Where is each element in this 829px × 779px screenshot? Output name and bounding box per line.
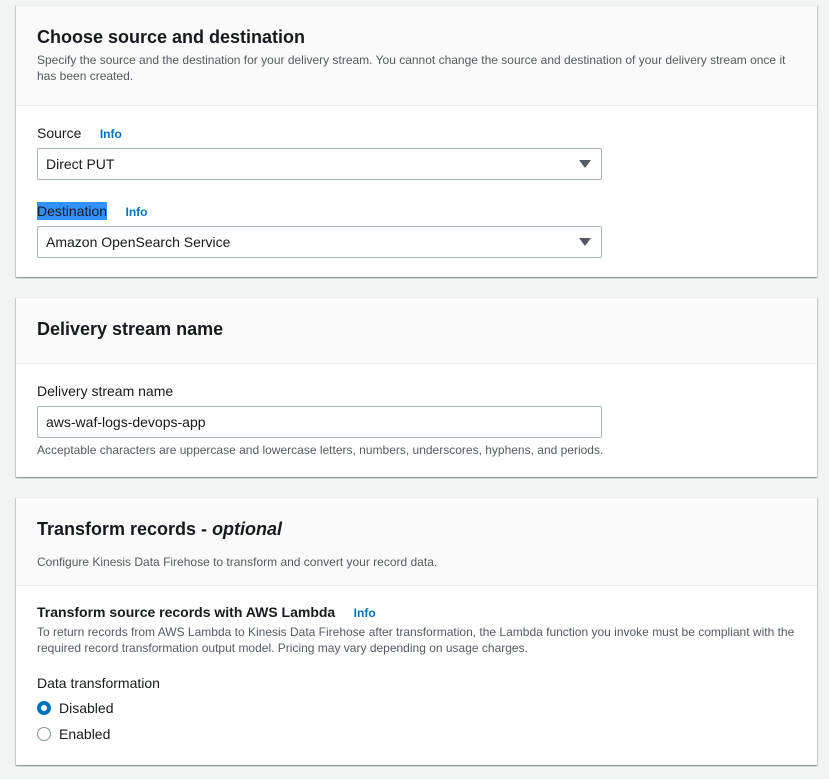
transform-optional: optional — [212, 519, 283, 539]
radio-unchecked-icon[interactable] — [37, 727, 51, 741]
stream-name-hint: Acceptable characters are uppercase and … — [37, 443, 604, 457]
data-transformation-label: Data transformation — [37, 675, 160, 691]
data-transformation-label-row: Data transformation — [37, 674, 160, 693]
radio-disabled[interactable]: Disabled — [37, 700, 113, 716]
lambda-info-link[interactable]: Info — [354, 606, 376, 620]
stream-name-header: Delivery stream name — [16, 298, 817, 364]
radio-enabled[interactable]: Enabled — [37, 726, 110, 742]
source-destination-header: Choose source and destination Specify th… — [16, 6, 817, 106]
radio-enabled-label: Enabled — [59, 726, 111, 742]
stream-name-label-row: Delivery stream name — [37, 382, 173, 401]
stream-name-input[interactable]: aws-waf-logs-devops-app — [37, 406, 602, 438]
source-select[interactable]: Direct PUT — [37, 148, 602, 180]
stream-name-title: Delivery stream name — [37, 319, 224, 339]
stream-name-value: aws-waf-logs-devops-app — [46, 414, 206, 430]
source-label-row: Source Info — [37, 124, 122, 143]
destination-label: Destination — [37, 202, 108, 220]
source-destination-description: Specify the source and the destination f… — [37, 53, 786, 83]
source-destination-panel: Choose source and destination Specify th… — [16, 5, 817, 277]
source-info-link[interactable]: Info — [100, 127, 122, 141]
stream-name-panel: Delivery stream name Delivery stream nam… — [16, 297, 817, 477]
caret-down-icon — [579, 238, 591, 246]
lambda-title-row: Transform source records with AWS Lambda… — [37, 604, 376, 622]
source-select-value: Direct PUT — [46, 156, 115, 172]
transform-panel: Transform records - optional Configure K… — [16, 497, 817, 765]
destination-label-row: Destination Info — [37, 202, 148, 221]
caret-down-icon — [579, 160, 591, 168]
source-label: Source — [37, 125, 82, 141]
stream-name-label: Delivery stream name — [37, 383, 174, 399]
transform-title: Transform records - optional — [37, 519, 283, 539]
transform-header: Transform records - optional Configure K… — [16, 498, 817, 586]
radio-checked-icon[interactable] — [37, 701, 51, 715]
destination-select-value: Amazon OpenSearch Service — [46, 234, 231, 250]
radio-disabled-label: Disabled — [59, 700, 114, 716]
destination-info-link[interactable]: Info — [126, 205, 148, 219]
lambda-description: To return records from AWS Lambda to Kin… — [37, 625, 795, 655]
transform-description: Configure Kinesis Data Firehose to trans… — [37, 555, 438, 569]
lambda-title: Transform source records with AWS Lambda — [37, 604, 336, 620]
destination-select[interactable]: Amazon OpenSearch Service — [37, 226, 602, 258]
source-destination-title: Choose source and destination — [37, 27, 306, 47]
